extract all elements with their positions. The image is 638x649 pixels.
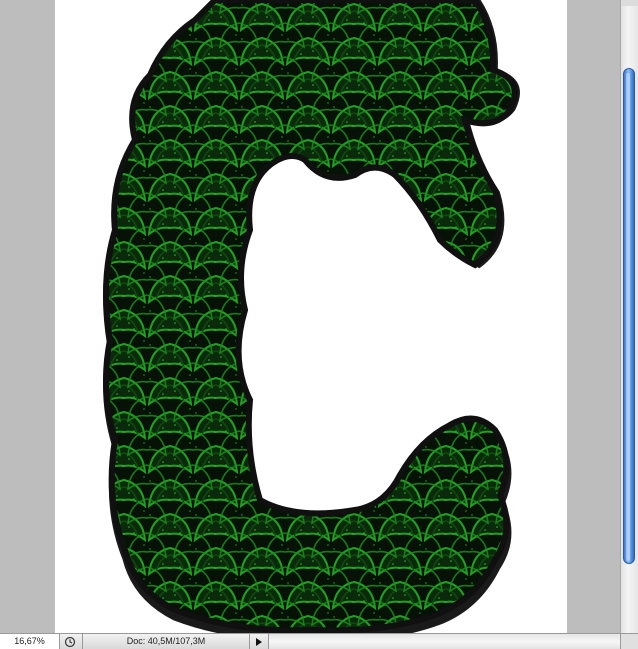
triangle-right-icon <box>256 637 262 646</box>
photoshop-document-window: 16,67% Doc: 40,5M/107,3M <box>0 0 638 649</box>
document-canvas[interactable] <box>55 0 567 633</box>
window-resize-corner[interactable] <box>620 634 638 649</box>
vertical-scroll-thumb[interactable] <box>623 68 635 564</box>
canvas-area[interactable] <box>0 0 620 633</box>
zoom-level-field[interactable]: 16,67% <box>0 634 60 649</box>
document-size-info: Doc: 40,5M/107,3M <box>82 634 250 649</box>
horizontal-scrollbar[interactable] <box>268 634 620 649</box>
vertical-scrollbar[interactable] <box>620 0 638 633</box>
scrollbar-top-cap <box>621 0 638 6</box>
status-bar-button[interactable] <box>62 635 78 648</box>
status-menu-button[interactable] <box>252 635 266 648</box>
clock-cycle-icon <box>64 636 76 647</box>
letter-c-artwork <box>55 0 520 633</box>
status-bar: 16,67% Doc: 40,5M/107,3M <box>0 633 638 649</box>
